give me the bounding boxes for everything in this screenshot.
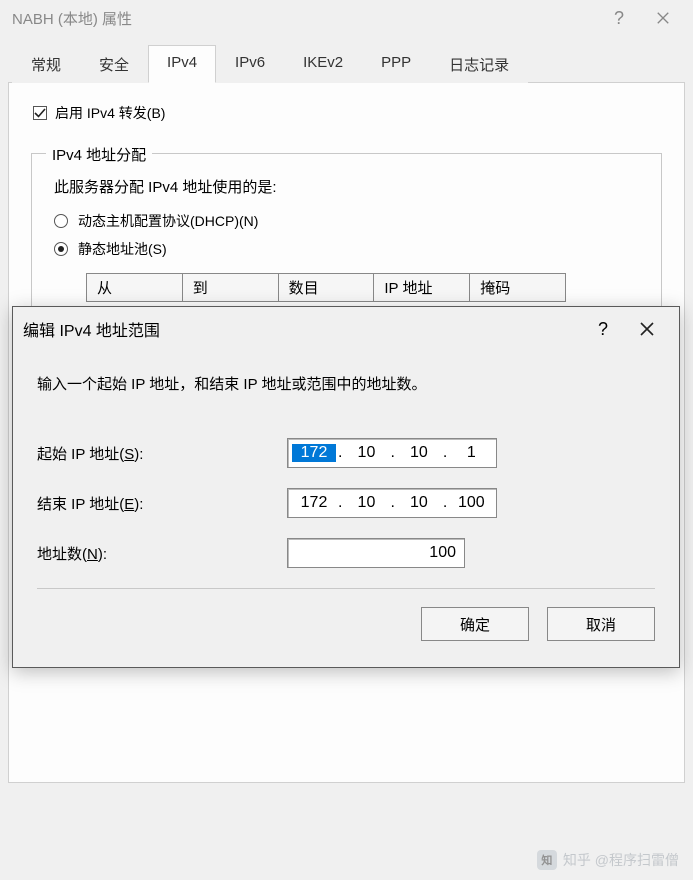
end-ip-octet-4[interactable] xyxy=(449,494,493,512)
col-ip: IP 地址 xyxy=(374,274,470,301)
start-ip-input[interactable]: . . . xyxy=(287,438,497,468)
start-ip-octet-3[interactable] xyxy=(397,444,441,462)
radio-static-label: 静态地址池(S) xyxy=(78,239,167,259)
separator xyxy=(37,588,655,589)
col-from: 从 xyxy=(87,274,183,301)
dot-icon: . xyxy=(336,444,344,462)
dialog-title: 编辑 IPv4 地址范围 xyxy=(23,317,581,341)
start-ip-octet-4[interactable] xyxy=(449,444,493,462)
dot-icon: . xyxy=(388,494,396,512)
cancel-button[interactable]: 取消 xyxy=(547,607,655,641)
count-input[interactable] xyxy=(287,538,465,568)
ipv4-assign-group: IPv4 地址分配 此服务器分配 IPv4 地址使用的是: 动态主机配置协议(D… xyxy=(31,153,662,317)
dialog-titlebar: 编辑 IPv4 地址范围 ? xyxy=(13,307,679,351)
dot-icon: . xyxy=(441,494,449,512)
tab-ppp[interactable]: PPP xyxy=(362,45,430,83)
radio-dhcp[interactable]: 动态主机配置协议(DHCP)(N) xyxy=(54,211,647,231)
dot-icon: . xyxy=(441,444,449,462)
static-pool-table-header: 从 到 数目 IP 地址 掩码 xyxy=(86,273,566,302)
checkbox-icon xyxy=(33,106,47,120)
tab-security[interactable]: 安全 xyxy=(80,45,148,83)
ok-button[interactable]: 确定 xyxy=(421,607,529,641)
ipv4-assign-desc: 此服务器分配 IPv4 地址使用的是: xyxy=(54,176,647,197)
end-ip-label: 结束 IP 地址(E): xyxy=(37,493,287,514)
dialog-body: 输入一个起始 IP 地址，和结束 IP 地址或范围中的地址数。 起始 IP 地址… xyxy=(13,351,679,667)
radio-dhcp-label: 动态主机配置协议(DHCP)(N) xyxy=(78,211,258,231)
end-ip-row: 结束 IP 地址(E): . . . xyxy=(37,488,655,518)
dialog-help-button[interactable]: ? xyxy=(581,313,625,345)
count-row: 地址数(N): xyxy=(37,538,655,568)
watermark: 知 知乎 @程序扫雷僧 xyxy=(537,850,679,870)
col-to: 到 xyxy=(183,274,279,301)
close-button[interactable] xyxy=(641,2,685,34)
col-count: 数目 xyxy=(279,274,375,301)
dialog-close-button[interactable] xyxy=(625,313,669,345)
window-title: NABH (本地) 属性 xyxy=(8,8,597,29)
dialog-description: 输入一个起始 IP 地址，和结束 IP 地址或范围中的地址数。 xyxy=(37,373,655,394)
start-ip-label: 起始 IP 地址(S): xyxy=(37,443,287,464)
start-ip-row: 起始 IP 地址(S): . . . xyxy=(37,438,655,468)
tab-strip: 常规 安全 IPv4 IPv6 IKEv2 PPP 日志记录 xyxy=(8,44,685,83)
start-ip-octet-1[interactable] xyxy=(292,444,336,462)
dot-icon: . xyxy=(388,444,396,462)
dot-icon: . xyxy=(336,494,344,512)
end-ip-octet-1[interactable] xyxy=(292,494,336,512)
help-button[interactable]: ? xyxy=(597,2,641,34)
close-icon xyxy=(656,11,670,25)
tab-logging[interactable]: 日志记录 xyxy=(430,45,528,83)
zhihu-logo-icon: 知 xyxy=(537,850,557,870)
enable-ipv4-forward-label: 启用 IPv4 转发(B) xyxy=(55,103,165,123)
radio-icon xyxy=(54,242,68,256)
count-label: 地址数(N): xyxy=(37,543,287,564)
end-ip-octet-3[interactable] xyxy=(397,494,441,512)
radio-static[interactable]: 静态地址池(S) xyxy=(54,239,647,259)
tab-ipv4[interactable]: IPv4 xyxy=(148,45,216,83)
window-titlebar: NABH (本地) 属性 ? xyxy=(0,0,693,36)
enable-ipv4-forward-row[interactable]: 启用 IPv4 转发(B) xyxy=(25,103,668,123)
dialog-button-row: 确定 取消 xyxy=(37,607,655,649)
end-ip-octet-2[interactable] xyxy=(344,494,388,512)
end-ip-input[interactable]: . . . xyxy=(287,488,497,518)
tab-general[interactable]: 常规 xyxy=(12,45,80,83)
start-ip-octet-2[interactable] xyxy=(344,444,388,462)
ipv4-assign-group-title: IPv4 地址分配 xyxy=(46,144,152,165)
close-icon xyxy=(639,321,655,337)
radio-icon xyxy=(54,214,68,228)
edit-ip-range-dialog: 编辑 IPv4 地址范围 ? 输入一个起始 IP 地址，和结束 IP 地址或范围… xyxy=(12,306,680,668)
col-mask: 掩码 xyxy=(470,274,565,301)
tab-ikev2[interactable]: IKEv2 xyxy=(284,45,362,83)
tab-ipv6[interactable]: IPv6 xyxy=(216,45,284,83)
watermark-text: 知乎 @程序扫雷僧 xyxy=(563,850,679,870)
